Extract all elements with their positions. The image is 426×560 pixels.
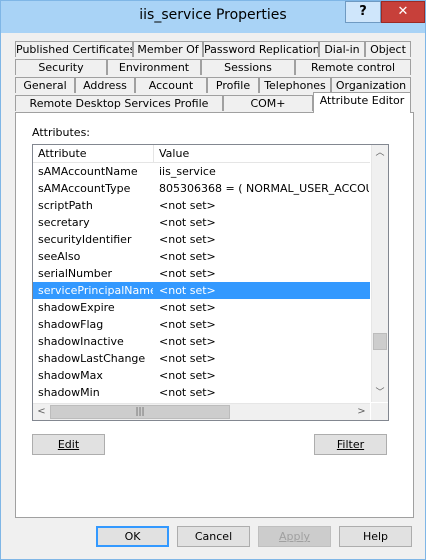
table-row[interactable]: shadowFlag <not set> — [33, 316, 370, 333]
attribute-name-cell: shadowMin — [38, 386, 100, 399]
attribute-value-cell: iis_service — [159, 165, 216, 178]
list-header: Attribute Value — [33, 145, 370, 163]
tab-address[interactable]: Address — [75, 77, 135, 93]
filter-button[interactable]: Filter — [314, 434, 387, 455]
table-row[interactable]: servicePrincipalName <not set> — [33, 282, 370, 299]
tab-telephones[interactable]: Telephones — [259, 77, 331, 93]
apply-button-label: Apply — [278, 530, 311, 543]
table-row[interactable]: shadowLastChange <not set> — [33, 350, 370, 367]
attribute-value-cell: <not set> — [159, 199, 216, 212]
attribute-value-cell: <not set> — [159, 335, 216, 348]
tab-environment[interactable]: Environment — [107, 59, 201, 75]
edit-button[interactable]: Edit — [32, 434, 105, 455]
attribute-name-cell: sAMAccountName — [38, 165, 138, 178]
vertical-scrollbar[interactable]: ︿ ﹀ — [371, 145, 388, 402]
attribute-value-cell: <not set> — [159, 386, 216, 399]
scrollbar-corner — [371, 403, 388, 420]
attribute-name-cell: shadowLastChange — [38, 352, 146, 365]
attribute-name-cell: seeAlso — [38, 250, 81, 263]
column-header-attribute[interactable]: Attribute — [33, 145, 154, 162]
attribute-value-cell: <not set> — [159, 216, 216, 229]
attributes-list[interactable]: Attribute Value sAMAccountName iis_servic… — [32, 144, 389, 421]
attribute-name-cell: securityIdentifier — [38, 233, 132, 246]
tab-com-plus[interactable]: COM+ — [223, 95, 313, 111]
filter-button-label: Filter — [336, 438, 365, 451]
scroll-left-icon[interactable]: < — [33, 404, 50, 420]
horizontal-scroll-thumb[interactable]: ||| — [50, 405, 230, 419]
attribute-name-cell: shadowMax — [38, 369, 103, 382]
attributes-label: Attributes: — [32, 126, 91, 139]
table-row[interactable]: secretary <not set> — [33, 214, 370, 231]
column-header-value[interactable]: Value — [154, 145, 370, 162]
attribute-value-cell: <not set> — [159, 250, 216, 263]
tab-object[interactable]: Object — [365, 41, 411, 57]
attribute-value-cell: <not set> — [159, 267, 216, 280]
tab-sessions[interactable]: Sessions — [201, 59, 295, 75]
attribute-name-cell: servicePrincipalName — [38, 284, 153, 297]
attribute-value-cell: <not set> — [159, 284, 216, 297]
tab-account[interactable]: Account — [135, 77, 207, 93]
horizontal-scrollbar[interactable]: < ||| > — [33, 403, 370, 420]
table-row[interactable]: sAMAccountType 805306368 = ( NORMAL_USER_… — [33, 180, 370, 197]
table-row[interactable]: sAMAccountName iis_service — [33, 163, 370, 180]
table-row[interactable]: shadowInactive <not set> — [33, 333, 370, 350]
table-row[interactable]: shadowMin <not set> — [33, 384, 370, 401]
table-row[interactable]: serialNumber <not set> — [33, 265, 370, 282]
table-row[interactable]: seeAlso <not set> — [33, 248, 370, 265]
attribute-name-cell: shadowExpire — [38, 301, 115, 314]
tab-remote-control[interactable]: Remote control — [295, 59, 411, 75]
attribute-name-cell: serialNumber — [38, 267, 113, 280]
tab-profile[interactable]: Profile — [207, 77, 259, 93]
attribute-name-cell: scriptPath — [38, 199, 93, 212]
tab-member-of[interactable]: Member Of — [133, 41, 203, 57]
scroll-up-icon[interactable]: ︿ — [372, 145, 388, 162]
table-row[interactable]: securityIdentifier <not set> — [33, 231, 370, 248]
help-button[interactable]: Help — [339, 526, 412, 547]
attribute-value-cell: 805306368 = ( NORMAL_USER_ACCOUNT — [159, 182, 369, 195]
attribute-name-cell: shadowInactive — [38, 335, 124, 348]
help-title-button[interactable]: ? — [345, 1, 381, 23]
attribute-name-cell: sAMAccountType — [38, 182, 131, 195]
apply-button[interactable]: Apply — [258, 526, 331, 547]
tab-security[interactable]: Security — [15, 59, 107, 75]
attribute-value-cell: <not set> — [159, 301, 216, 314]
table-row[interactable]: shadowMax <not set> — [33, 367, 370, 384]
attribute-value-cell: <not set> — [159, 369, 216, 382]
cancel-button[interactable]: Cancel — [177, 526, 250, 547]
close-button[interactable]: ✕ — [381, 1, 425, 23]
attribute-value-cell: <not set> — [159, 318, 216, 331]
tab-attribute-editor[interactable]: Attribute Editor — [313, 92, 411, 113]
attribute-editor-panel: Attributes: Attribute Value sAMAccountNa… — [15, 112, 414, 518]
table-row[interactable]: scriptPath <not set> — [33, 197, 370, 214]
vertical-scroll-thumb[interactable] — [373, 333, 387, 350]
list-rows: sAMAccountName iis_service sAMAccountType 8… — [33, 163, 370, 401]
attribute-value-cell: <not set> — [159, 233, 216, 246]
properties-dialog: iis_service Properties ? ✕ Published Cer… — [0, 0, 426, 560]
tab-password-replication[interactable]: Password Replication — [203, 41, 319, 57]
tab-organization[interactable]: Organization — [331, 77, 411, 93]
title-bar[interactable]: iis_service Properties ? ✕ — [1, 1, 425, 33]
tab-remote-desktop-services-profile[interactable]: Remote Desktop Services Profile — [15, 95, 223, 111]
table-row[interactable]: shadowExpire <not set> — [33, 299, 370, 316]
tab-general[interactable]: General — [15, 77, 75, 93]
attribute-name-cell: secretary — [38, 216, 90, 229]
attribute-value-cell: <not set> — [159, 352, 216, 365]
tab-dial-in[interactable]: Dial-in — [319, 41, 365, 57]
edit-button-label: Edit — [57, 438, 80, 451]
scroll-down-icon[interactable]: ﹀ — [372, 385, 388, 402]
tab-published-certificates[interactable]: Published Certificates — [15, 41, 133, 57]
attribute-name-cell: shadowFlag — [38, 318, 104, 331]
ok-button[interactable]: OK — [96, 526, 169, 547]
scroll-right-icon[interactable]: > — [353, 404, 370, 420]
